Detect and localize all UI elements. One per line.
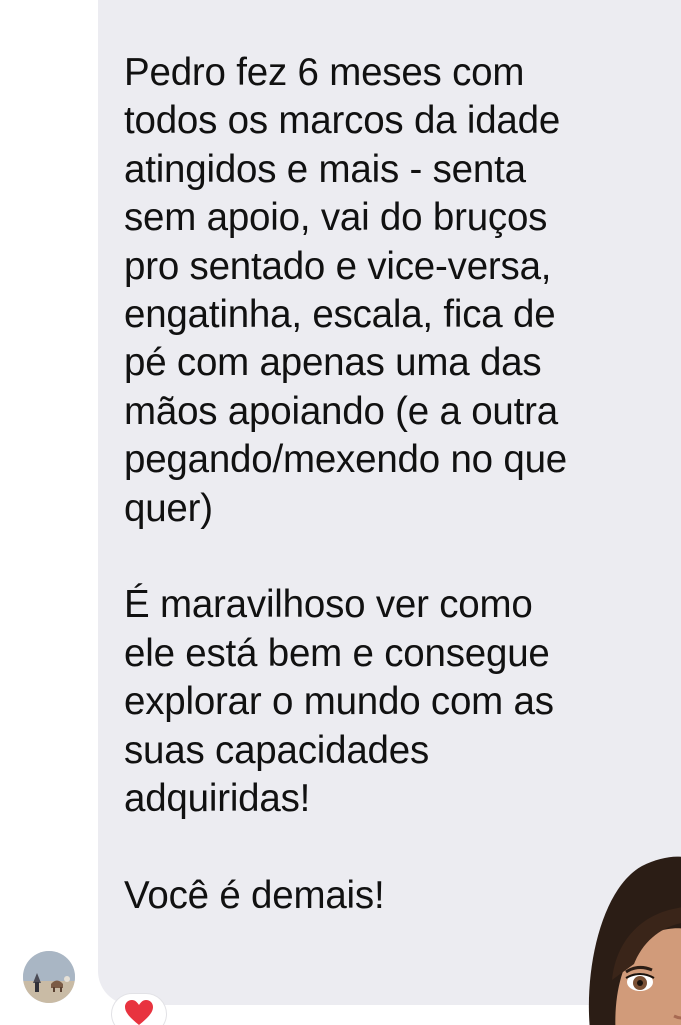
message-paragraph-2: É maravilhoso ver como ele está bem e co…: [124, 583, 554, 821]
heart-icon: [125, 1000, 153, 1025]
message-paragraph-3: Você é demais!: [124, 873, 385, 917]
message-text: Pedro fez 6 meses com todos os marcos da…: [124, 49, 644, 920]
bitmoji-sticker: [582, 848, 681, 1025]
sender-avatar[interactable]: [23, 951, 75, 1003]
reaction-badge[interactable]: [112, 994, 166, 1025]
message-paragraph-1: Pedro fez 6 meses com todos os marcos da…: [124, 51, 568, 530]
chat-screen: Pedro fez 6 meses com todos os marcos da…: [0, 0, 681, 1025]
bitmoji-face-icon: [588, 856, 681, 1025]
avatar-image-icon: [23, 951, 75, 1003]
